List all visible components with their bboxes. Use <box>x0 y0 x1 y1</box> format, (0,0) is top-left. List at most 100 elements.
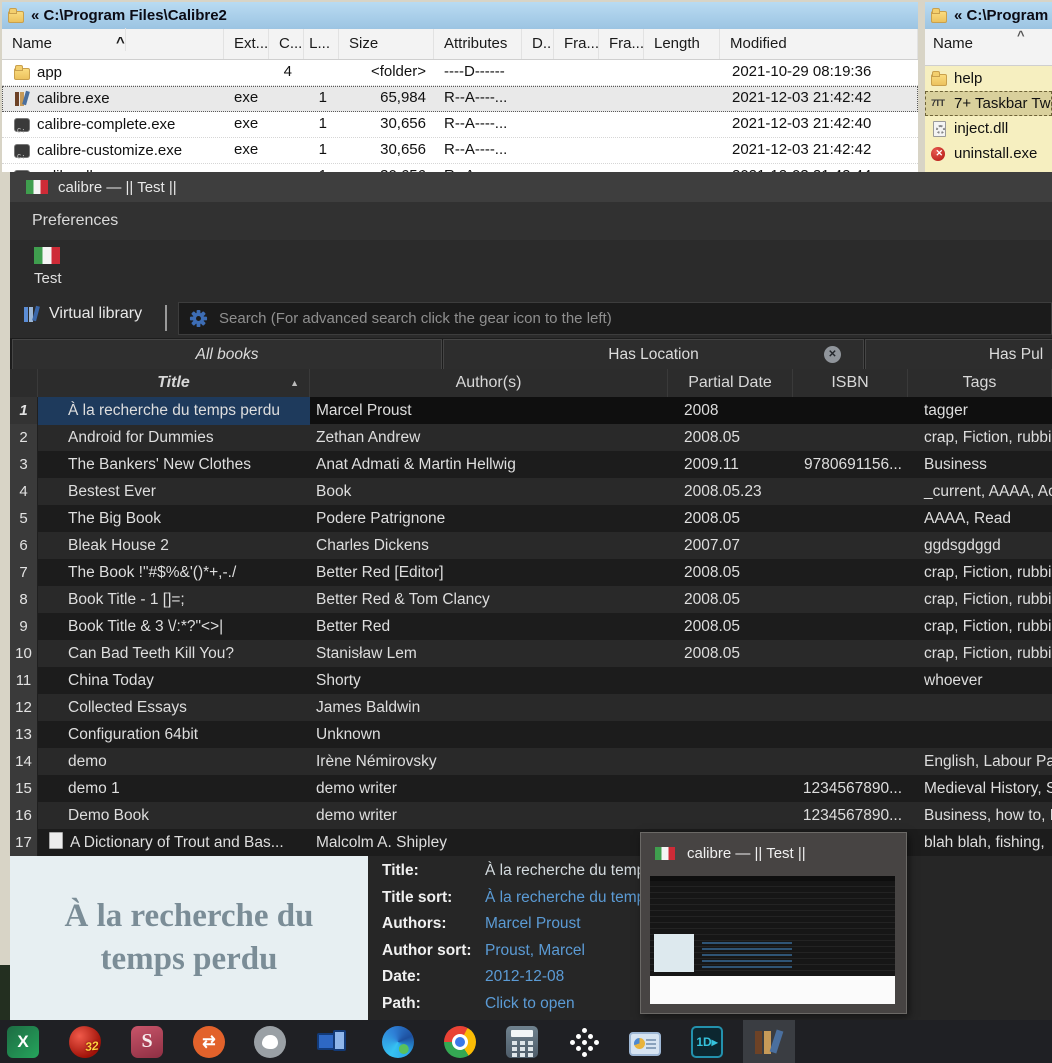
book-row[interactable]: 3 The Bankers' New Clothes Anat Admati &… <box>10 451 1052 479</box>
book-tags-cell: English, Labour Pa <box>924 753 1052 770</box>
book-row[interactable]: 6 Bleak House 2 Charles Dickens 2007.07 … <box>10 532 1052 560</box>
file-row[interactable]: calibredb.exe exe 1 30,656 R--A----... 2… <box>2 164 918 172</box>
book-title-cell: Android for Dummies <box>68 429 214 446</box>
book-row[interactable]: 9 Book Title & 3 \/:*?"<>| Better Red 20… <box>10 613 1052 641</box>
sort-ascending-icon: ▲ <box>290 378 299 388</box>
column-header-title[interactable]: Title ▲ <box>38 369 310 397</box>
file-attributes: ----D------ <box>444 63 505 80</box>
taskbar-item[interactable] <box>681 1020 733 1063</box>
book-title-cell: Can Bad Teeth Kill You? <box>68 645 235 662</box>
column-header[interactable]: C... <box>269 29 304 59</box>
gear-icon[interactable] <box>189 309 208 328</box>
left-panel-path-bar[interactable]: « C:\Program Files\Calibre2 <box>2 2 918 29</box>
right-panel-path-bar[interactable]: « C:\Program Fil <box>925 2 1052 29</box>
book-cover[interactable]: À la recherche du temps perdu <box>10 856 368 1020</box>
chrome-icon[interactable] <box>444 1025 476 1058</box>
book-row[interactable]: 13 Configuration 64bit Unknown <box>10 721 1052 749</box>
taskbar-item[interactable] <box>372 1020 424 1063</box>
file-modified: 2021-12-03 21:42:42 <box>732 89 872 106</box>
presentation-icon[interactable] <box>629 1031 661 1056</box>
taskbar-item[interactable] <box>0 1020 49 1063</box>
column-header-tags[interactable]: Tags <box>908 369 1052 397</box>
book-table: 1 À la recherche du temps perdu Marcel P… <box>10 397 1052 856</box>
book-row[interactable]: 2 Android for Dummies Zethan Andrew 2008… <box>10 424 1052 452</box>
test-toolbar-button[interactable]: Test <box>34 247 62 287</box>
column-header[interactable]: Modified <box>720 29 918 59</box>
right-panel-column-headers[interactable]: Name ^ <box>925 28 1052 66</box>
preview-popup-title-row: calibre — || Test || <box>641 833 906 873</box>
left-panel-file-list: app 4 <folder> ----D------ 2021-10-29 08… <box>2 60 918 172</box>
s-app-icon[interactable] <box>131 1025 163 1058</box>
taskbar-item[interactable] <box>743 1020 795 1063</box>
book-isbn-cell: 9780691156... <box>804 456 902 473</box>
book-row[interactable]: 7 The Book !"#$%&'()*+,-./ Better Red [E… <box>10 559 1052 587</box>
file-icon <box>14 91 31 107</box>
fitbit-dots-icon[interactable] <box>568 1026 600 1058</box>
book-row[interactable]: 16 Demo Book demo writer 1234567890... B… <box>10 802 1052 830</box>
calibre-toolbar: Test <box>10 240 1052 298</box>
taskbar-item[interactable] <box>306 1020 358 1063</box>
virtual-library-button[interactable]: Virtual library <box>24 305 142 323</box>
column-header[interactable]: D.. <box>522 29 554 59</box>
column-header-isbn[interactable]: ISBN <box>793 369 908 397</box>
calculator-icon[interactable] <box>506 1025 538 1058</box>
taskbar-item[interactable] <box>434 1020 486 1063</box>
book-row[interactable]: 4 Bestest Ever Book 2008.05.23 _current,… <box>10 478 1052 506</box>
book-row[interactable]: 12 Collected Essays James Baldwin <box>10 694 1052 722</box>
column-header[interactable]: Ext... <box>224 29 269 59</box>
file-row[interactable]: uninstall.exe <box>925 141 1052 166</box>
column-header[interactable]: Fra... <box>599 29 644 59</box>
file-row[interactable]: inject.dll <box>925 116 1052 141</box>
taskbar-item[interactable] <box>183 1020 235 1063</box>
taskbar-item[interactable] <box>496 1020 548 1063</box>
book-row[interactable]: 14 demo Irène Némirovsky English, Labour… <box>10 748 1052 776</box>
file-row[interactable]: 7+ Taskbar Twea <box>925 91 1052 116</box>
book-row[interactable]: 5 The Big Book Podere Patrignone 2008.05… <box>10 505 1052 533</box>
excel-icon[interactable] <box>7 1025 39 1058</box>
file-row[interactable]: calibre-customize.exe exe 1 30,656 R--A-… <box>2 138 918 164</box>
sort-caret-icon[interactable]: ^ <box>1017 28 1025 43</box>
column-header[interactable]: Fra... <box>554 29 599 59</box>
windows-taskbar <box>0 1020 1052 1063</box>
book-tags-cell: Business, how to, F <box>924 807 1052 824</box>
search-input[interactable] <box>217 309 1051 328</box>
column-header[interactable]: Length <box>644 29 720 59</box>
row-number: 5 <box>10 505 38 533</box>
column-header-authors[interactable]: Author(s) <box>310 369 668 397</box>
red-32-app-icon[interactable] <box>67 1023 103 1060</box>
calibre-window-thumbnail[interactable] <box>650 876 895 1004</box>
file-row[interactable]: calibre-complete.exe exe 1 30,656 R--A--… <box>2 112 918 138</box>
taskbar-item[interactable] <box>619 1020 671 1063</box>
sync-arrows-icon[interactable] <box>193 1025 225 1058</box>
column-header[interactable]: Size <box>339 29 434 59</box>
tab-has-publisher[interactable]: Has Pul <box>865 339 1052 370</box>
taskbar-item[interactable] <box>558 1020 610 1063</box>
sort-caret-icon[interactable]: ^ <box>106 28 126 51</box>
book-row[interactable]: 10 Can Bad Teeth Kill You? Stanisław Lem… <box>10 640 1052 668</box>
edge-icon[interactable] <box>382 1025 414 1058</box>
column-header-partial-date[interactable]: Partial Date <box>668 369 793 397</box>
evernote-icon[interactable] <box>254 1025 286 1058</box>
1d-player-icon[interactable] <box>691 1025 723 1058</box>
column-header[interactable]: L... <box>304 29 339 59</box>
file-row[interactable]: help <box>925 66 1052 91</box>
file-row[interactable]: calibre.exe exe 1 65,984 R--A----... 202… <box>2 86 918 112</box>
book-date-cell: 2007.07 <box>684 537 741 554</box>
book-row[interactable]: 11 China Today Shorty whoever <box>10 667 1052 695</box>
close-tab-icon[interactable]: ✕ <box>824 346 841 363</box>
search-box[interactable] <box>178 302 1052 335</box>
book-row[interactable]: 15 demo 1 demo writer 1234567890... Medi… <box>10 775 1052 803</box>
book-row[interactable]: 1 À la recherche du temps perdu Marcel P… <box>10 397 1052 425</box>
column-header[interactable]: Attributes <box>434 29 522 59</box>
menu-preferences[interactable]: Preferences <box>22 202 128 239</box>
book-isbn-cell <box>793 748 908 776</box>
taskbar-item[interactable] <box>244 1020 296 1063</box>
book-row[interactable]: 8 Book Title - 1 []=; Better Red & Tom C… <box>10 586 1052 614</box>
tab-all-books[interactable]: All books <box>12 339 442 370</box>
tab-has-location[interactable]: Has Location ✕ <box>443 339 864 370</box>
file-row[interactable]: app 4 <folder> ----D------ 2021-10-29 08… <box>2 60 918 86</box>
calibre-icon[interactable] <box>753 1026 785 1058</box>
remote-desktop-icon[interactable] <box>316 1026 348 1058</box>
taskbar-item[interactable] <box>121 1020 173 1063</box>
taskbar-item[interactable] <box>59 1020 111 1063</box>
